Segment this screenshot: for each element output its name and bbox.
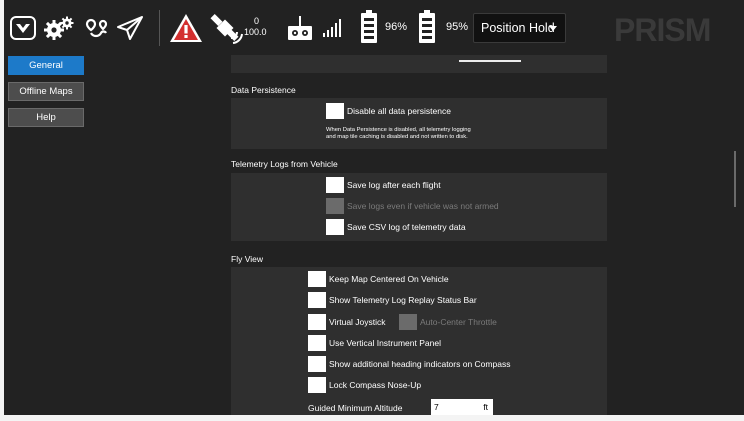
auto-center-throttle-option: Auto-Center Throttle xyxy=(399,314,497,330)
previous-settings-group xyxy=(231,55,607,73)
data-persistence-group: Disable all data persistence When Data P… xyxy=(231,98,607,149)
vertical-instrument-panel-label: Use Vertical Instrument Panel xyxy=(329,338,441,348)
paper-plane-icon[interactable] xyxy=(115,13,145,43)
flight-mode-dropdown[interactable]: Position Hold xyxy=(473,13,566,43)
svg-text:PRISM: PRISM xyxy=(614,12,710,46)
save-logs-not-armed-label: Save logs even if vehicle was not armed xyxy=(347,201,499,211)
save-csv-log-checkbox[interactable] xyxy=(326,219,344,235)
top-toolbar: 0 100.0 96% 95% Position Hold PRISM xyxy=(4,0,744,55)
disable-persistence-option[interactable]: Disable all data persistence xyxy=(326,103,451,119)
general-settings-panel[interactable]: Data Persistence Disable all data persis… xyxy=(86,55,744,415)
gps-satellite-count: 0 xyxy=(254,16,260,26)
save-csv-log-option[interactable]: Save CSV log of telemetry data xyxy=(326,219,466,235)
guided-min-altitude-label: Guided Minimum Altitude xyxy=(308,403,403,413)
toolbar-divider xyxy=(159,10,160,46)
sidebar-item-offline-maps[interactable]: Offline Maps xyxy=(8,82,84,101)
battery-icon[interactable] xyxy=(360,10,378,44)
section-title-telemetry-logs: Telemetry Logs from Vehicle xyxy=(231,159,338,169)
save-csv-log-label: Save CSV log of telemetry data xyxy=(347,222,466,232)
gears-icon[interactable] xyxy=(42,14,76,42)
keep-map-centered-label: Keep Map Centered On Vehicle xyxy=(329,274,449,284)
persistence-note-line1: When Data Persistence is disabled, all t… xyxy=(326,127,471,133)
gps-hdop: 100.0 xyxy=(244,27,267,37)
battery2-percent: 95% xyxy=(446,21,469,33)
vertical-instrument-panel-option[interactable]: Use Vertical Instrument Panel xyxy=(308,335,441,351)
keep-map-centered-option[interactable]: Keep Map Centered On Vehicle xyxy=(308,271,449,287)
replay-status-bar-option[interactable]: Show Telemetry Log Replay Status Bar xyxy=(308,292,477,308)
heading-indicators-option[interactable]: Show additional heading indicators on Co… xyxy=(308,356,510,372)
telemetry-logs-group: Save log after each flight Save logs eve… xyxy=(231,173,607,241)
replay-status-bar-checkbox[interactable] xyxy=(308,292,326,308)
gps-status: 0 100.0 xyxy=(244,16,276,38)
persistence-note-line2: and map tile caching is disabled and not… xyxy=(326,134,468,140)
fly-view-group: Keep Map Centered On Vehicle Show Teleme… xyxy=(231,267,607,415)
auto-center-throttle-checkbox xyxy=(399,314,417,330)
radio-controller-icon[interactable] xyxy=(286,14,314,42)
guided-min-altitude-unit: ft xyxy=(483,402,488,412)
section-title-fly-view: Fly View xyxy=(231,254,263,264)
content-scrollbar[interactable] xyxy=(734,151,736,207)
guided-min-altitude-value: 7 xyxy=(434,402,439,412)
save-log-after-flight-option[interactable]: Save log after each flight xyxy=(326,177,441,193)
satellite-icon[interactable] xyxy=(209,12,243,44)
save-logs-not-armed-option: Save logs even if vehicle was not armed xyxy=(326,198,499,214)
flight-mode-value: Position Hold xyxy=(481,21,555,35)
brand-logo: PRISM xyxy=(614,12,711,46)
signal-bars-icon[interactable] xyxy=(322,16,342,38)
virtual-joystick-option[interactable]: Virtual Joystick xyxy=(308,314,386,330)
vertical-instrument-panel-checkbox[interactable] xyxy=(308,335,326,351)
app-logo-icon[interactable] xyxy=(10,16,36,40)
lock-compass-label: Lock Compass Nose-Up xyxy=(329,380,422,390)
replay-status-bar-label: Show Telemetry Log Replay Status Bar xyxy=(329,295,477,305)
heading-indicators-label: Show additional heading indicators on Co… xyxy=(329,359,511,369)
keep-map-centered-checkbox[interactable] xyxy=(308,271,326,287)
lock-compass-checkbox[interactable] xyxy=(308,377,326,393)
auto-center-throttle-label: Auto-Center Throttle xyxy=(420,317,497,327)
disable-persistence-checkbox[interactable] xyxy=(326,103,344,119)
save-log-after-flight-checkbox[interactable] xyxy=(326,177,344,193)
save-logs-not-armed-checkbox xyxy=(326,198,344,214)
heading-indicators-checkbox[interactable] xyxy=(308,356,326,372)
settings-sidebar: General Offline Maps Help xyxy=(4,55,86,415)
section-title-data-persistence: Data Persistence xyxy=(231,85,296,95)
warning-triangle-icon[interactable] xyxy=(168,12,204,44)
chevron-down-icon xyxy=(549,26,557,31)
battery-icon[interactable] xyxy=(418,10,436,44)
sidebar-item-general[interactable]: General xyxy=(8,56,84,75)
battery1-percent: 96% xyxy=(385,21,408,33)
lock-compass-option[interactable]: Lock Compass Nose-Up xyxy=(308,377,421,393)
virtual-joystick-label: Virtual Joystick xyxy=(329,317,386,327)
save-log-after-flight-label: Save log after each flight xyxy=(347,180,441,190)
field-underline xyxy=(459,60,521,62)
plan-route-icon[interactable] xyxy=(82,14,110,42)
disable-persistence-label: Disable all data persistence xyxy=(347,106,451,116)
guided-min-altitude-field[interactable]: 7 ft xyxy=(431,399,493,415)
sidebar-item-help[interactable]: Help xyxy=(8,108,84,127)
virtual-joystick-checkbox[interactable] xyxy=(308,314,326,330)
